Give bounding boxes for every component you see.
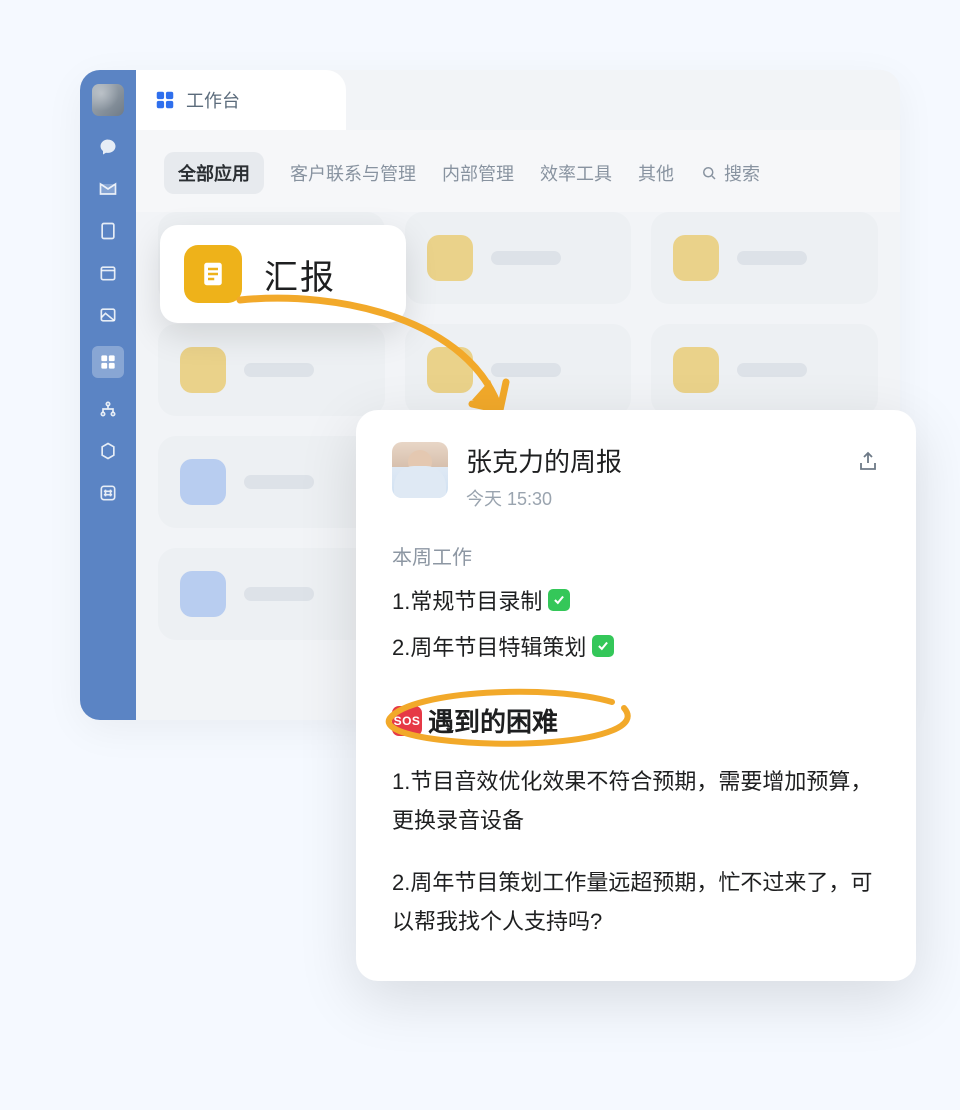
author-avatar[interactable] — [392, 442, 448, 498]
user-avatar[interactable] — [92, 84, 124, 116]
tab-customer[interactable]: 客户联系与管理 — [290, 160, 416, 186]
share-icon[interactable] — [856, 450, 880, 479]
check-icon — [548, 589, 570, 611]
difficulty-heading: SOS 遇到的困难 — [392, 702, 558, 739]
workbench-icon — [154, 89, 176, 111]
app-card[interactable] — [651, 212, 878, 304]
report-app-icon — [184, 245, 242, 303]
app-label-placeholder — [737, 251, 807, 265]
org-chart-icon[interactable] — [97, 398, 119, 420]
app-card[interactable] — [405, 212, 632, 304]
app-card[interactable] — [158, 548, 385, 640]
week-item-text: 2.周年节目特辑策划 — [392, 630, 586, 662]
hexagon-icon[interactable] — [97, 440, 119, 462]
mail-icon[interactable] — [97, 178, 119, 200]
difficulty-heading-text: 遇到的困难 — [428, 702, 558, 739]
app-icon — [427, 235, 473, 281]
tab-other[interactable]: 其他 — [638, 160, 674, 186]
app-label-placeholder — [491, 251, 561, 265]
tab-search[interactable]: 搜索 — [700, 160, 760, 186]
document-icon[interactable] — [97, 220, 119, 242]
calendar-icon[interactable] — [97, 262, 119, 284]
report-panel: 张克力的周报 今天 15:30 本周工作 1.常规节目录制 2.周年节目特辑策划… — [356, 410, 916, 981]
app-icon — [180, 347, 226, 393]
week-item-text: 1.常规节目录制 — [392, 584, 542, 616]
search-label: 搜索 — [724, 160, 760, 186]
check-icon — [592, 635, 614, 657]
stage: 工作台 全部应用 客户联系与管理 内部管理 效率工具 其他 搜索 — [0, 0, 960, 1110]
report-header: 张克力的周报 今天 15:30 — [392, 442, 880, 511]
tabs: 全部应用 客户联系与管理 内部管理 效率工具 其他 搜索 — [136, 130, 900, 212]
app-icon — [673, 347, 719, 393]
app-label-placeholder — [737, 363, 807, 377]
report-time: 今天 15:30 — [466, 485, 622, 511]
week-item: 1.常规节目录制 — [392, 584, 880, 616]
app-icon — [180, 459, 226, 505]
search-icon — [700, 164, 718, 182]
week-item: 2.周年节目特辑策划 — [392, 630, 880, 662]
app-card[interactable] — [405, 324, 632, 416]
titlebar-label: 工作台 — [186, 87, 240, 113]
tab-all-apps[interactable]: 全部应用 — [164, 152, 264, 194]
difficulty-item: 2.周年节目策划工作量远超预期，忙不过来了，可以帮我找个人支持吗? — [392, 864, 880, 941]
tab-tools[interactable]: 效率工具 — [540, 160, 612, 186]
feature-label: 汇报 — [264, 250, 336, 299]
titlebar: 工作台 — [136, 70, 346, 130]
app-label-placeholder — [244, 363, 314, 377]
section-week-label: 本周工作 — [392, 541, 880, 570]
feature-report-card[interactable]: 汇报 — [160, 225, 406, 323]
app-icon — [673, 235, 719, 281]
app-card[interactable] — [651, 324, 878, 416]
difficulty-item: 1.节目音效优化效果不符合预期，需要增加预算，更换录音设备 — [392, 763, 880, 840]
apps-grid-icon[interactable] — [92, 346, 124, 378]
app-label-placeholder — [491, 363, 561, 377]
app-label-placeholder — [244, 475, 314, 489]
report-title: 张克力的周报 — [466, 442, 622, 479]
chat-icon[interactable] — [97, 136, 119, 158]
app-card[interactable] — [158, 436, 385, 528]
hash-icon[interactable] — [97, 482, 119, 504]
app-label-placeholder — [244, 587, 314, 601]
sidebar — [80, 70, 136, 720]
sos-icon: SOS — [392, 706, 422, 736]
tab-internal[interactable]: 内部管理 — [442, 160, 514, 186]
app-icon — [427, 347, 473, 393]
image-icon[interactable] — [97, 304, 119, 326]
app-card[interactable] — [158, 324, 385, 416]
app-icon — [180, 571, 226, 617]
